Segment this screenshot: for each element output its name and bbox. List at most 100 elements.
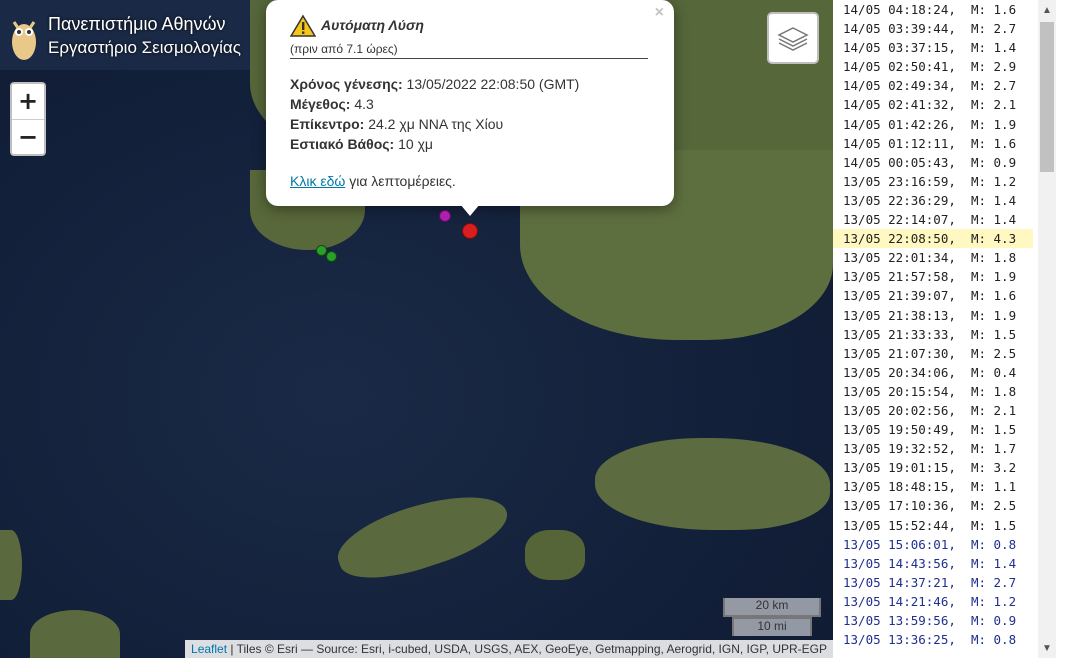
details-link[interactable]: Κλικ εδώ bbox=[290, 173, 345, 189]
popup-details: Χρόνος γένεσης: 13/05/2022 22:08:50 (GMT… bbox=[290, 74, 579, 154]
event-row[interactable]: 13/05 14:21:46, M: 1.2 bbox=[833, 592, 1033, 611]
event-row[interactable]: 13/05 21:07:30, M: 2.5 bbox=[833, 344, 1033, 363]
event-row[interactable]: 13/05 18:48:15, M: 1.1 bbox=[833, 477, 1033, 496]
event-magnitude: M: 1.4 bbox=[970, 555, 1017, 571]
event-time: 13/05 21:39:07, bbox=[843, 288, 956, 304]
event-time: 14/05 04:18:24, bbox=[843, 2, 956, 17]
event-row[interactable]: 13/05 20:15:54, M: 1.8 bbox=[833, 382, 1033, 401]
magnitude-label: Μέγεθος: bbox=[290, 96, 351, 112]
warning-icon bbox=[290, 14, 316, 37]
event-row[interactable]: 13/05 22:01:34, M: 1.8 bbox=[833, 248, 1033, 267]
event-row[interactable]: 13/05 13:36:25, M: 0.8 bbox=[833, 630, 1033, 649]
event-row[interactable]: 13/05 17:10:36, M: 2.5 bbox=[833, 496, 1033, 515]
event-time: 14/05 03:37:15, bbox=[843, 40, 956, 56]
scale-mi: 10 mi bbox=[732, 617, 812, 636]
event-row[interactable]: 13/05 15:52:44, M: 1.5 bbox=[833, 516, 1033, 535]
event-row[interactable]: 13/05 22:36:29, M: 1.4 bbox=[833, 191, 1033, 210]
scroll-up-icon[interactable]: ▲ bbox=[1038, 2, 1056, 20]
event-time: 13/05 14:37:21, bbox=[843, 574, 956, 590]
event-time: 14/05 00:05:43, bbox=[843, 154, 956, 170]
zoom-control: + − bbox=[10, 82, 46, 156]
scrollbar[interactable]: ▲ ▼ bbox=[1038, 0, 1056, 658]
event-magnitude: M: 3.2 bbox=[970, 460, 1017, 476]
event-magnitude: M: 1.9 bbox=[970, 116, 1017, 132]
event-magnitude: M: 1.2 bbox=[970, 173, 1017, 189]
event-row-selected[interactable]: 13/05 22:08:50, M: 4.3 bbox=[833, 229, 1033, 249]
event-magnitude: M: 2.7 bbox=[970, 78, 1017, 94]
event-row[interactable]: 13/05 23:16:59, M: 1.2 bbox=[833, 172, 1033, 191]
popup-time-ago: (πριν από 7.1 ώρες) bbox=[290, 42, 398, 56]
event-magnitude: M: 0.9 bbox=[970, 154, 1017, 170]
map[interactable]: Πανεπιστήμιο Αθηνών Εργαστήριο Σεισμολογ… bbox=[0, 0, 833, 658]
popup-close-button[interactable]: × bbox=[655, 4, 664, 22]
event-time: 13/05 18:48:15, bbox=[843, 479, 956, 495]
event-marker[interactable] bbox=[439, 210, 451, 222]
event-row[interactable]: 13/05 19:32:52, M: 1.7 bbox=[833, 439, 1033, 458]
event-row[interactable]: 13/05 14:37:21, M: 2.7 bbox=[833, 573, 1033, 592]
event-time: 14/05 01:12:11, bbox=[843, 135, 956, 151]
event-magnitude: M: 1.7 bbox=[970, 441, 1017, 457]
event-marker[interactable] bbox=[326, 251, 337, 262]
event-time: 13/05 19:50:49, bbox=[843, 422, 956, 438]
event-row[interactable]: 14/05 02:41:32, M: 2.1 bbox=[833, 95, 1033, 114]
layers-button[interactable] bbox=[767, 12, 819, 64]
event-time: 13/05 22:36:29, bbox=[843, 192, 956, 208]
scroll-down-icon[interactable]: ▼ bbox=[1038, 640, 1056, 658]
event-row[interactable]: 13/05 19:01:15, M: 3.2 bbox=[833, 458, 1033, 477]
island-fournoi bbox=[525, 530, 585, 580]
magnitude-value: 4.3 bbox=[350, 96, 374, 112]
owl-logo-icon bbox=[12, 21, 36, 60]
event-row[interactable]: 14/05 04:18:24, M: 1.6 bbox=[833, 0, 1033, 19]
event-marker-selected[interactable] bbox=[462, 223, 478, 239]
event-list[interactable]: 14/05 04:18:24, M: 1.6 14/05 03:39:44, M:… bbox=[833, 0, 1068, 658]
event-time: 13/05 17:10:36, bbox=[843, 498, 956, 514]
event-time: 14/05 02:41:32, bbox=[843, 97, 956, 113]
event-row[interactable]: 14/05 03:39:44, M: 2.7 bbox=[833, 19, 1033, 38]
leaflet-link[interactable]: Leaflet bbox=[191, 642, 227, 656]
zoom-in-button[interactable]: + bbox=[12, 84, 44, 120]
event-row[interactable]: 14/05 02:49:34, M: 2.7 bbox=[833, 76, 1033, 95]
event-row[interactable]: 13/05 14:43:56, M: 1.4 bbox=[833, 554, 1033, 573]
depth-label: Εστιακό Βάθος: bbox=[290, 136, 395, 152]
event-magnitude: M: 2.1 bbox=[970, 97, 1017, 113]
event-row[interactable]: 14/05 01:42:26, M: 1.9 bbox=[833, 115, 1033, 134]
popup-header: Αυτόματη Λύση bbox=[290, 14, 590, 38]
event-row[interactable]: 13/05 22:14:07, M: 1.4 bbox=[833, 210, 1033, 229]
event-magnitude: M: 1.5 bbox=[970, 517, 1017, 533]
event-magnitude: M: 1.5 bbox=[970, 326, 1017, 342]
event-time: 13/05 21:33:33, bbox=[843, 326, 956, 342]
origin-label: Χρόνος γένεσης: bbox=[290, 76, 403, 92]
event-time: 14/05 01:42:26, bbox=[843, 116, 956, 132]
island-ikaria bbox=[329, 479, 516, 593]
event-row[interactable]: 14/05 03:37:15, M: 1.4 bbox=[833, 38, 1033, 57]
event-row[interactable]: 13/05 21:39:07, M: 1.6 bbox=[833, 286, 1033, 305]
event-time: 13/05 22:08:50, bbox=[843, 231, 956, 247]
event-magnitude: M: 1.9 bbox=[970, 307, 1017, 323]
event-time: 13/05 21:07:30, bbox=[843, 345, 956, 361]
event-time: 13/05 21:38:13, bbox=[843, 307, 956, 323]
event-row[interactable]: 13/05 20:02:56, M: 2.1 bbox=[833, 401, 1033, 420]
event-row[interactable]: 13/05 21:57:58, M: 1.9 bbox=[833, 267, 1033, 286]
event-time: 13/05 20:15:54, bbox=[843, 383, 956, 399]
event-time: 13/05 13:59:56, bbox=[843, 613, 956, 628]
event-magnitude: M: 2.1 bbox=[970, 402, 1017, 418]
scale-km: 20 km bbox=[723, 598, 821, 617]
event-row[interactable]: 13/05 20:34:06, M: 0.4 bbox=[833, 363, 1033, 382]
event-row[interactable]: 14/05 01:12:11, M: 1.6 bbox=[833, 134, 1033, 153]
scroll-thumb[interactable] bbox=[1040, 22, 1054, 172]
island-southwest bbox=[30, 610, 120, 658]
event-row[interactable]: 13/05 15:06:01, M: 0.8 bbox=[833, 535, 1033, 554]
event-row[interactable]: 13/05 13:59:56, M: 0.9 bbox=[833, 611, 1033, 630]
event-magnitude: M: 2.5 bbox=[970, 498, 1017, 514]
zoom-out-button[interactable]: − bbox=[12, 120, 44, 155]
event-magnitude: M: 0.8 bbox=[970, 536, 1017, 552]
event-row[interactable]: 13/05 21:33:33, M: 1.5 bbox=[833, 325, 1033, 344]
event-time: 13/05 14:43:56, bbox=[843, 555, 956, 571]
event-time: 13/05 23:16:59, bbox=[843, 173, 956, 189]
event-row[interactable]: 13/05 19:50:49, M: 1.5 bbox=[833, 420, 1033, 439]
event-row[interactable]: 13/05 21:38:13, M: 1.9 bbox=[833, 306, 1033, 325]
event-row[interactable]: 14/05 02:50:41, M: 2.9 bbox=[833, 57, 1033, 76]
epicenter-value: 24.2 χμ ΝΝΑ της Χίου bbox=[364, 116, 504, 132]
details-link-rest: για λεπτομέρειες. bbox=[345, 173, 456, 189]
event-row[interactable]: 14/05 00:05:43, M: 0.9 bbox=[833, 153, 1033, 172]
